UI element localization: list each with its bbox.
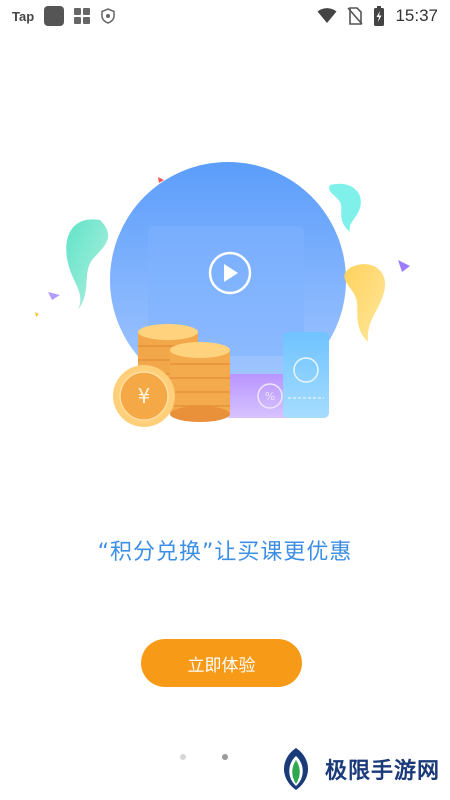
teal-leaf-left [66,219,109,310]
onboarding-headline: “积分兑换”让买课更优惠 [97,540,353,565]
battery-icon [374,6,385,26]
coin-stack-right [170,342,230,422]
confetti-purple [398,260,410,272]
confetti-lilac [48,292,60,300]
try-now-button[interactable]: 立即体验 [141,639,302,687]
svg-text:¥: ¥ [138,384,151,408]
status-bar: Tap 15:37 [0,0,450,32]
no-sim-icon [347,7,364,25]
status-time: 15:37 [395,6,438,25]
wifi-icon [317,8,337,23]
app-square-icon [44,6,65,26]
status-right: 15:37 [317,6,438,26]
coins-coupon-illustration: % ¥ [35,162,410,427]
cyan-leaf-right [329,183,361,232]
watermark-text: 极限手游网 [324,759,440,784]
page-dot-1[interactable] [180,754,186,760]
svg-text:%: % [265,390,275,403]
watermark-logo-icon [283,748,308,790]
yellow-leaf-right [344,264,386,342]
blue-ticket [283,332,329,418]
grid-apps-icon [74,8,91,24]
page-indicator [180,754,228,760]
shield-icon [101,8,115,24]
status-left: Tap [12,6,116,26]
status-app-label: Tap [12,8,35,24]
page-dot-2-active[interactable] [222,754,228,760]
yuan-coin-icon: ¥ [113,365,175,427]
confetti-yellow [35,312,39,317]
site-watermark: 极限手游网 [273,746,440,792]
